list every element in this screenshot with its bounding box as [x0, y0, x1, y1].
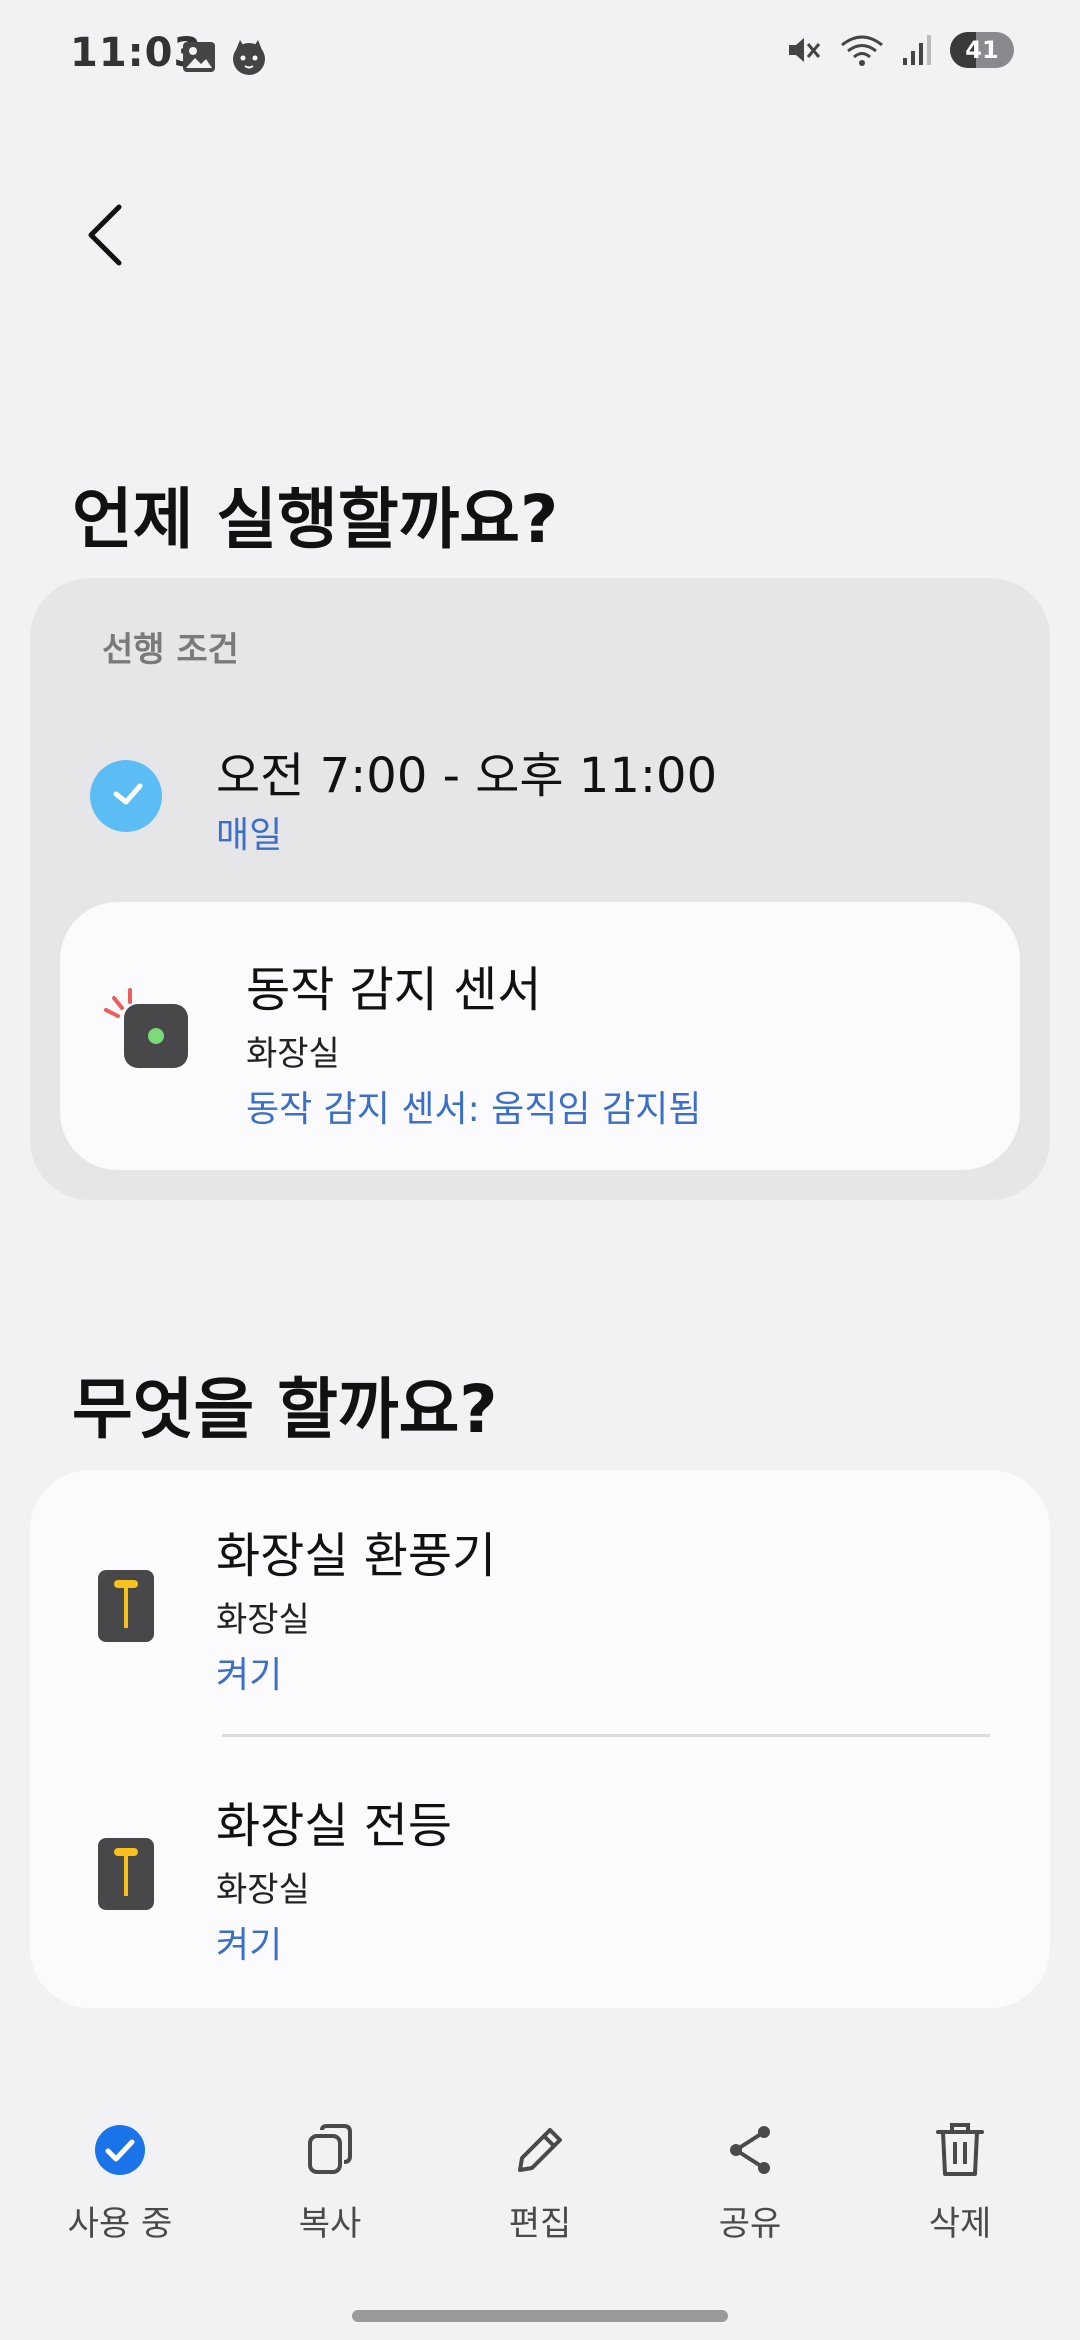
- status-left-icons: [182, 38, 268, 76]
- divider: [222, 1734, 990, 1737]
- sensor-name: 동작 감지 센서: [246, 962, 542, 1018]
- sensor-state: 동작 감지 센서: 움직임 감지됨: [246, 1089, 702, 1130]
- bottom-label: 공유: [718, 2204, 782, 2244]
- what-title: 무엇을 할까요?: [72, 1371, 498, 1448]
- trash-icon: [930, 2120, 990, 2180]
- switch-device-icon: [98, 1838, 154, 1910]
- share-icon: [720, 2120, 780, 2180]
- action-device-command: 켜기: [216, 1655, 283, 1696]
- action-device-command: 켜기: [216, 1925, 283, 1966]
- action-device-room: 화장실: [216, 1600, 310, 1640]
- clock-icon: [90, 760, 162, 832]
- bottom-edit-button[interactable]: 편집: [450, 2120, 630, 2245]
- action-item-fan[interactable]: [60, 1500, 1020, 1720]
- bottom-label: 복사: [298, 2204, 362, 2244]
- battery-level: 41: [965, 36, 999, 64]
- repeat-label: 매일: [216, 815, 283, 856]
- bottom-label: 사용 중: [67, 2204, 173, 2244]
- signal-icon: [903, 35, 931, 65]
- action-device-room: 화장실: [216, 1870, 310, 1910]
- status-right-icons: 41: [786, 32, 1014, 68]
- action-item-light[interactable]: [60, 1760, 1020, 1980]
- gallery-icon: [183, 42, 215, 72]
- motion-sensor-icon: [104, 988, 188, 1068]
- sensor-room: 화장실: [246, 1034, 340, 1074]
- cat-app-icon: [233, 40, 265, 75]
- bottom-delete-button[interactable]: 삭제: [870, 2120, 1050, 2245]
- navigation-handle[interactable]: [352, 2310, 728, 2322]
- copy-icon: [300, 2120, 360, 2180]
- battery-icon: 41: [950, 32, 1014, 68]
- bottom-label: 삭제: [928, 2204, 992, 2244]
- bottom-enabled-button[interactable]: 사용 중: [30, 2120, 210, 2245]
- check-circle-icon: [90, 2120, 150, 2180]
- wifi-icon: [841, 35, 883, 66]
- time-range: 오전 7:00 - 오후 11:00: [216, 748, 718, 804]
- action-device-name: 화장실 전등: [216, 1798, 453, 1854]
- precondition-label: 선행 조건: [102, 630, 239, 670]
- mute-icon: [789, 38, 821, 62]
- chevron-left-icon: [88, 204, 122, 266]
- back-button[interactable]: [80, 200, 130, 270]
- switch-device-icon: [98, 1570, 154, 1642]
- bottom-label: 편집: [508, 2204, 572, 2244]
- when-title: 언제 실행할까요?: [72, 481, 559, 558]
- bottom-share-button[interactable]: 공유: [660, 2120, 840, 2245]
- bottom-copy-button[interactable]: 복사: [240, 2120, 420, 2245]
- pencil-icon: [510, 2120, 570, 2180]
- action-device-name: 화장실 환풍기: [216, 1528, 497, 1584]
